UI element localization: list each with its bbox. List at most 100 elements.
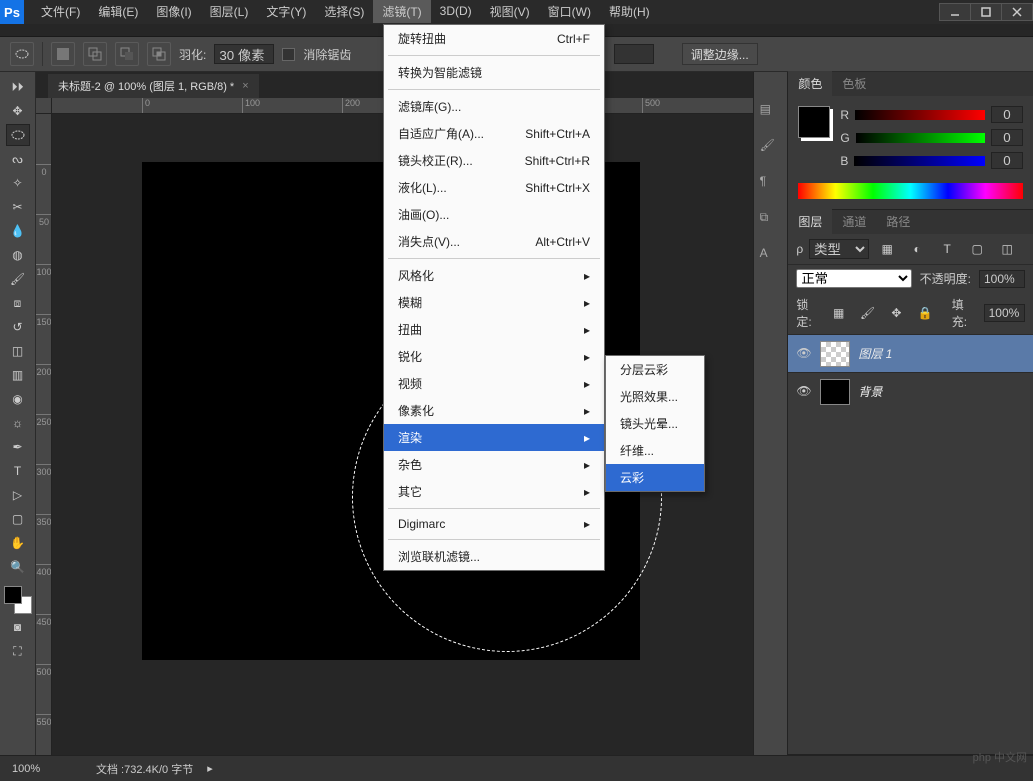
opacity-value[interactable]: 100% — [979, 270, 1025, 288]
document-tab[interactable]: 未标题-2 @ 100% (图层 1, RGB/8) * × — [48, 74, 259, 98]
tab-color[interactable]: 颜色 — [788, 71, 832, 96]
layer-item[interactable]: 👁 图层 1 — [788, 334, 1033, 372]
eraser-tool[interactable]: ◫ — [6, 340, 30, 362]
brush-panel-icon[interactable]: 🖌 — [760, 138, 782, 160]
mi-video[interactable]: 视频 — [384, 370, 604, 397]
mi-fibers[interactable]: 纤维... — [606, 437, 704, 464]
layer-name[interactable]: 背景 — [858, 383, 882, 400]
menu-layer[interactable]: 图层(L) — [201, 0, 258, 23]
swatches-panel-icon[interactable]: ⧉ — [760, 210, 782, 232]
lock-transparency-icon[interactable]: ▦ — [828, 302, 849, 324]
shape-tool[interactable]: ▢ — [6, 508, 30, 530]
lock-all-icon[interactable]: 🔒 — [915, 302, 936, 324]
pen-tool[interactable]: ✒ — [6, 436, 30, 458]
menu-type[interactable]: 文字(Y) — [257, 0, 315, 23]
tab-swatches[interactable]: 色板 — [832, 71, 876, 96]
lasso-tool[interactable]: ᔓ — [6, 148, 30, 170]
character-panel-icon[interactable]: A — [760, 246, 782, 268]
history-panel-icon[interactable]: ▤ — [760, 102, 782, 124]
hand-tool[interactable]: ✋ — [6, 532, 30, 554]
move-tool[interactable]: ✥ — [6, 100, 30, 122]
spot-heal-tool[interactable]: ◍ — [6, 244, 30, 266]
brush-tool[interactable]: 🖌 — [6, 268, 30, 290]
layer-thumb[interactable] — [820, 379, 850, 405]
mi-clouds[interactable]: 云彩 — [606, 464, 704, 491]
mi-lighting-effects[interactable]: 光照效果... — [606, 383, 704, 410]
mi-difference-clouds[interactable]: 分层云彩 — [606, 356, 704, 383]
menu-filter[interactable]: 滤镜(T) — [373, 0, 430, 23]
refine-edge-button[interactable]: 调整边缘... — [682, 43, 758, 65]
mi-lens-flare[interactable]: 镜头光晕... — [606, 410, 704, 437]
feather-input[interactable] — [214, 44, 274, 64]
mi-sharpen[interactable]: 锐化 — [384, 343, 604, 370]
mi-digimarc[interactable]: Digimarc — [384, 512, 604, 536]
mi-other[interactable]: 其它 — [384, 478, 604, 505]
menu-image[interactable]: 图像(I) — [147, 0, 200, 23]
g-slider[interactable] — [856, 133, 985, 143]
menu-view[interactable]: 视图(V) — [481, 0, 539, 23]
visibility-icon[interactable]: 👁 — [796, 346, 812, 362]
menu-help[interactable]: 帮助(H) — [600, 0, 659, 23]
collapse-icon[interactable]: ⏵⏵ — [6, 76, 30, 98]
filter-adjust-icon[interactable]: ◐ — [905, 238, 929, 260]
layer-item[interactable]: 👁 背景 — [788, 372, 1033, 410]
b-value[interactable] — [991, 152, 1023, 169]
crop-tool[interactable]: ✂ — [6, 196, 30, 218]
color-preview[interactable] — [798, 106, 830, 138]
mi-pixelate[interactable]: 像素化 — [384, 397, 604, 424]
mi-blur[interactable]: 模糊 — [384, 289, 604, 316]
filter-shape-icon[interactable]: ▢ — [965, 238, 989, 260]
filter-type-icon[interactable]: T — [935, 238, 959, 260]
selection-new-icon[interactable] — [51, 42, 75, 66]
mi-vanishing-point[interactable]: 消失点(V)...Alt+Ctrl+V — [384, 228, 604, 255]
tab-layers[interactable]: 图层 — [788, 209, 832, 234]
selection-intersect-icon[interactable] — [147, 42, 171, 66]
screen-mode-tool[interactable]: ⛶ — [6, 640, 30, 662]
quick-mask-tool[interactable]: ◙ — [6, 616, 30, 638]
eyedropper-tool[interactable]: 💧 — [6, 220, 30, 242]
b-slider[interactable] — [854, 156, 985, 166]
menu-window[interactable]: 窗口(W) — [539, 0, 600, 23]
color-swatch[interactable] — [4, 586, 32, 614]
mi-browse-online[interactable]: 浏览联机滤镜... — [384, 543, 604, 570]
ruler-vertical[interactable]: 0 50 100 150 200 250 300 350 400 450 500… — [36, 114, 52, 755]
g-value[interactable] — [991, 129, 1023, 146]
mi-oil-paint[interactable]: 油画(O)... — [384, 201, 604, 228]
mi-adaptive-wide[interactable]: 自适应广角(A)...Shift+Ctrl+A — [384, 120, 604, 147]
history-brush-tool[interactable]: ↺ — [6, 316, 30, 338]
zoom-tool[interactable]: 🔍 — [6, 556, 30, 578]
menu-file[interactable]: 文件(F) — [32, 0, 89, 23]
dodge-tool[interactable]: ☼ — [6, 412, 30, 434]
filter-smart-icon[interactable]: ◫ — [995, 238, 1019, 260]
selection-subtract-icon[interactable] — [115, 42, 139, 66]
tab-close-icon[interactable]: × — [242, 80, 248, 92]
menu-select[interactable]: 选择(S) — [315, 0, 373, 23]
mi-convert-smart[interactable]: 转换为智能滤镜 — [384, 59, 604, 86]
r-slider[interactable] — [855, 110, 985, 120]
mi-liquify[interactable]: 液化(L)...Shift+Ctrl+X — [384, 174, 604, 201]
mi-noise[interactable]: 杂色 — [384, 451, 604, 478]
filter-type-select[interactable]: 类型 — [809, 239, 869, 259]
mi-last-filter[interactable]: 旋转扭曲Ctrl+F — [384, 25, 604, 52]
mi-stylize[interactable]: 风格化 — [384, 262, 604, 289]
tab-paths[interactable]: 路径 — [876, 209, 920, 234]
magic-wand-tool[interactable]: ✧ — [6, 172, 30, 194]
gradient-tool[interactable]: ▥ — [6, 364, 30, 386]
lock-pixels-icon[interactable]: 🖌 — [857, 302, 878, 324]
layer-name[interactable]: 图层 1 — [858, 345, 892, 362]
r-value[interactable] — [991, 106, 1023, 123]
filter-pixel-icon[interactable]: ▦ — [875, 238, 899, 260]
spectrum-bar[interactable] — [798, 183, 1023, 199]
antialias-checkbox[interactable] — [282, 48, 295, 61]
mi-filter-gallery[interactable]: 滤镜库(G)... — [384, 93, 604, 120]
mi-render[interactable]: 渲染 — [384, 424, 604, 451]
blur-tool[interactable]: ◉ — [6, 388, 30, 410]
tab-channels[interactable]: 通道 — [832, 209, 876, 234]
mi-lens-correction[interactable]: 镜头校正(R)...Shift+Ctrl+R — [384, 147, 604, 174]
clone-stamp-tool[interactable]: ⧈ — [6, 292, 30, 314]
height-input[interactable] — [614, 44, 654, 64]
marquee-tool[interactable] — [6, 124, 30, 146]
paragraph-panel-icon[interactable]: ¶ — [760, 174, 782, 196]
layer-thumb[interactable] — [820, 341, 850, 367]
tool-preset-icon[interactable] — [10, 42, 34, 66]
